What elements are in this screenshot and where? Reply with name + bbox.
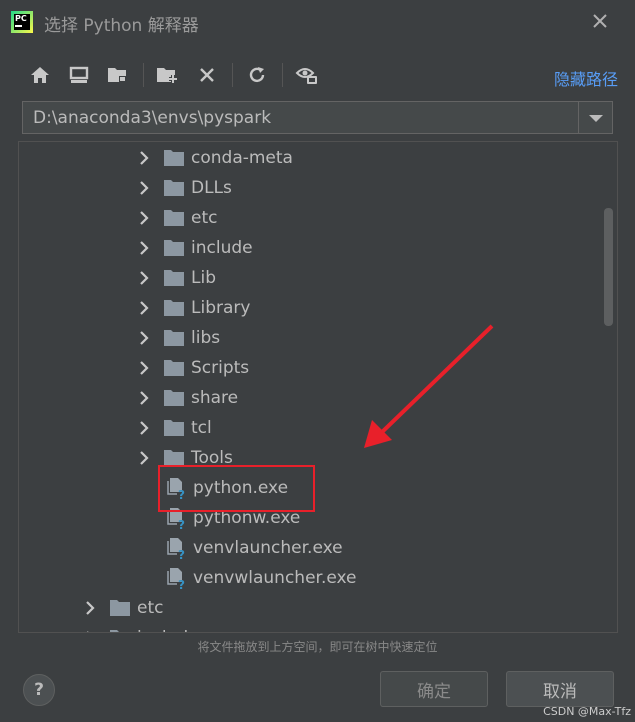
cancel-button[interactable]: 取消 [506, 671, 614, 707]
drag-drop-hint: 将文件拖放到上方空间，即可在树中快速定位 [197, 640, 438, 654]
ok-button[interactable]: 确定 [380, 671, 488, 707]
help-button[interactable]: ? [23, 674, 55, 706]
watermark: CSDN @Max-Tfz [543, 705, 631, 718]
annotation-arrow-icon [364, 324, 494, 448]
